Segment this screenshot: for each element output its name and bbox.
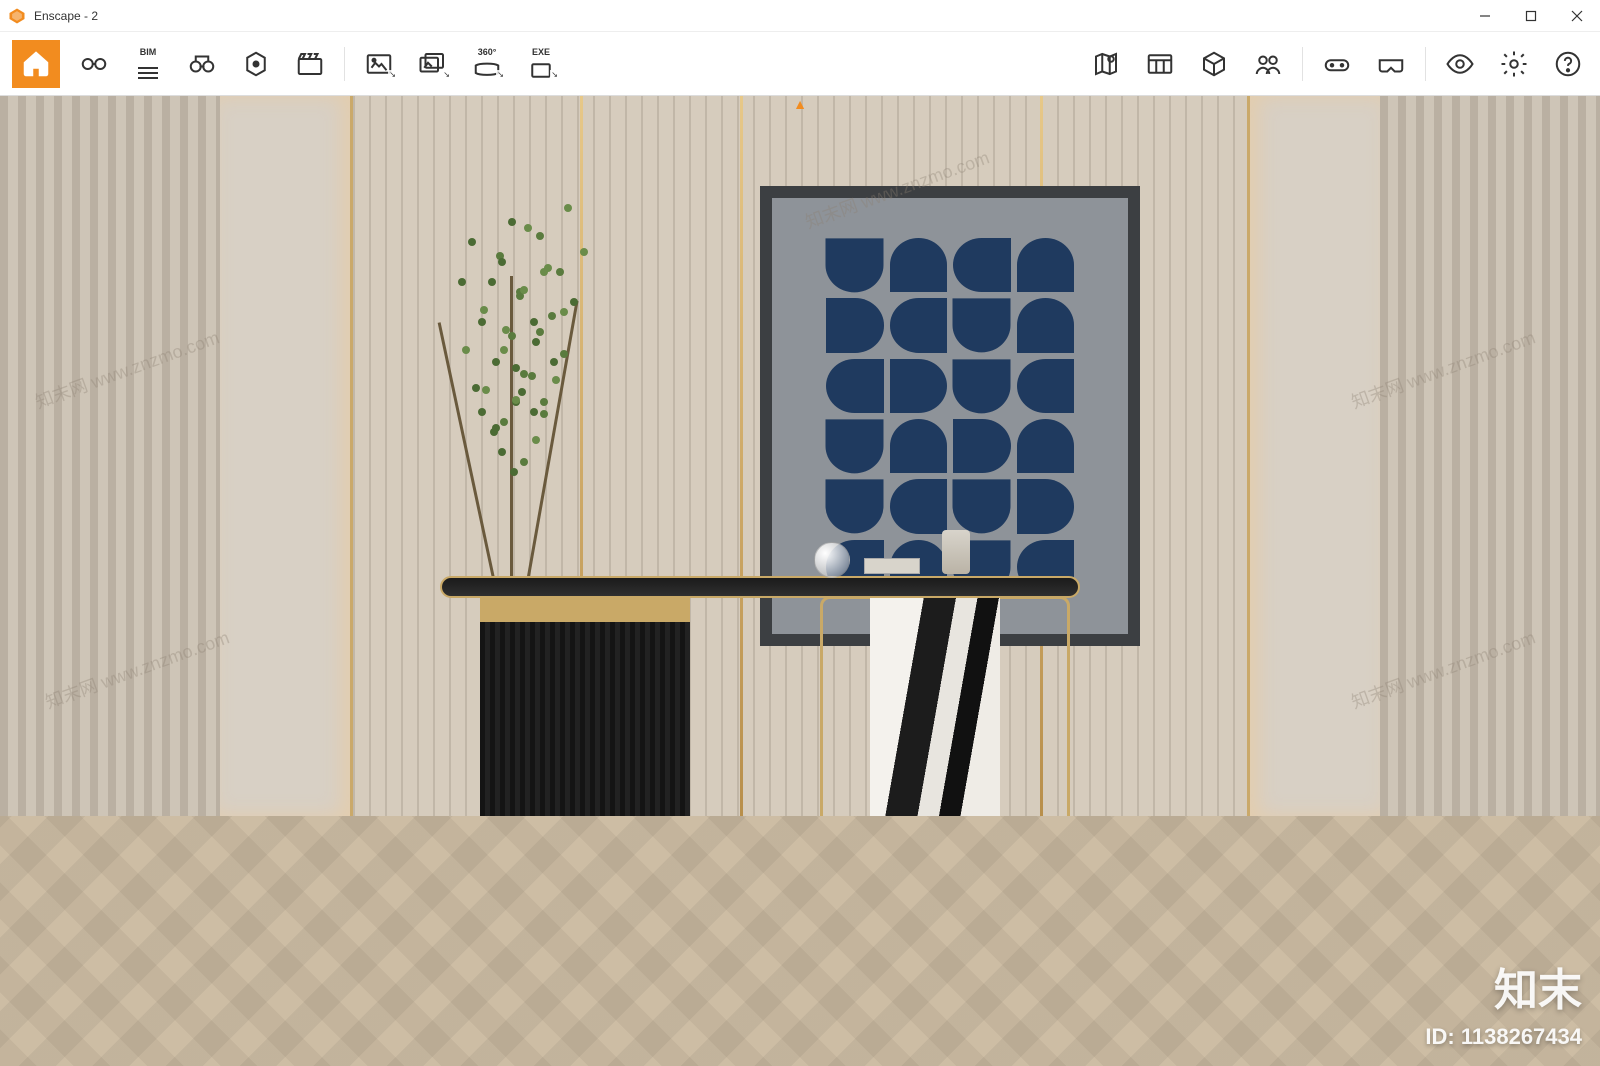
render-viewport[interactable]: ▲	[0, 96, 1600, 1066]
minimize-icon	[1479, 10, 1491, 22]
link-views-icon	[79, 49, 109, 79]
binoculars-icon	[187, 49, 217, 79]
home-icon	[21, 49, 51, 79]
toolbar-right-group	[1086, 44, 1588, 84]
vr-headset-icon	[1376, 49, 1406, 79]
exe-export-button[interactable]: EXE ↘	[521, 44, 561, 84]
people-icon	[1253, 49, 1283, 79]
eye-icon	[1445, 49, 1475, 79]
collab-button[interactable]	[1248, 44, 1288, 84]
panorama-button[interactable]: 360° ↘	[467, 44, 507, 84]
video-button[interactable]	[290, 44, 330, 84]
maximize-icon	[1525, 10, 1537, 22]
export-arrow-icon: ↘	[550, 70, 559, 79]
toolbar: BIM ↘ ↘ 360° ↘	[0, 32, 1600, 96]
export-arrow-icon: ↘	[388, 70, 397, 79]
map-icon	[1091, 49, 1121, 79]
maximize-button[interactable]	[1508, 0, 1554, 31]
help-button[interactable]	[1548, 44, 1588, 84]
rendered-scene: 知末网 www.znzmo.com 知末网 www.znzmo.com 知末网 …	[0, 96, 1600, 1066]
viewport-expand-handle[interactable]: ▲	[793, 96, 807, 112]
watermark-id-value: 1138267434	[1461, 1024, 1582, 1049]
binoculars-button[interactable]	[182, 44, 222, 84]
toolbar-separator	[1425, 47, 1426, 81]
clapperboard-icon	[295, 49, 325, 79]
watermark-id-label: ID: 1138267434	[1425, 1024, 1582, 1050]
wall-panel-fluted-left	[0, 96, 220, 816]
vr-controller-button[interactable]	[1317, 44, 1357, 84]
close-icon	[1571, 10, 1583, 22]
toolbar-separator	[1302, 47, 1303, 81]
screenshot-button[interactable]: ↘	[359, 44, 399, 84]
window-controls	[1462, 0, 1600, 31]
asset-library-icon	[1145, 49, 1175, 79]
controller-icon	[1322, 49, 1352, 79]
asset-library-button[interactable]	[1140, 44, 1180, 84]
vr-headset-button[interactable]	[1371, 44, 1411, 84]
app-window: Enscape - 2 BIM	[0, 0, 1600, 1066]
visual-settings-button[interactable]	[1440, 44, 1480, 84]
help-icon	[1553, 49, 1583, 79]
decor-glass-sphere	[814, 542, 850, 578]
toolbar-left-group: BIM ↘ ↘ 360° ↘	[12, 40, 561, 88]
cube-icon	[1199, 49, 1229, 79]
export-arrow-icon: ↘	[442, 70, 451, 79]
minimize-button[interactable]	[1462, 0, 1508, 31]
watermark-brand: 知末	[1494, 954, 1582, 1018]
orbit-icon	[241, 49, 271, 79]
home-button[interactable]	[12, 40, 60, 88]
orbit-button[interactable]	[236, 44, 276, 84]
export-arrow-icon: ↘	[496, 70, 505, 79]
cube-view-button[interactable]	[1194, 44, 1234, 84]
link-views-button[interactable]	[74, 44, 114, 84]
close-button[interactable]	[1554, 0, 1600, 31]
decor-box	[864, 558, 920, 574]
gear-icon	[1499, 49, 1529, 79]
titlebar-left: Enscape - 2	[8, 7, 98, 25]
titlebar: Enscape - 2	[0, 0, 1600, 32]
bim-mode-label: BIM	[140, 47, 157, 57]
decor-cylinder	[942, 530, 970, 574]
toolbar-separator	[344, 47, 345, 81]
exe-export-label: EXE	[532, 47, 550, 57]
wall-panel-flat-right	[1250, 96, 1380, 816]
batch-render-button[interactable]: ↘	[413, 44, 453, 84]
watermark-id-prefix: ID:	[1425, 1024, 1460, 1049]
bim-mode-button[interactable]: BIM	[128, 44, 168, 84]
map-button[interactable]	[1086, 44, 1126, 84]
app-logo-icon	[8, 7, 26, 25]
panorama-label: 360°	[478, 47, 497, 57]
bim-mode-icon	[133, 53, 163, 83]
wall-panel-flat-left	[220, 96, 350, 816]
window-title: Enscape - 2	[34, 9, 98, 23]
wall-panel-fluted-right	[1380, 96, 1600, 816]
table-top	[440, 576, 1080, 598]
scene-floor	[0, 816, 1600, 1066]
general-settings-button[interactable]	[1494, 44, 1534, 84]
